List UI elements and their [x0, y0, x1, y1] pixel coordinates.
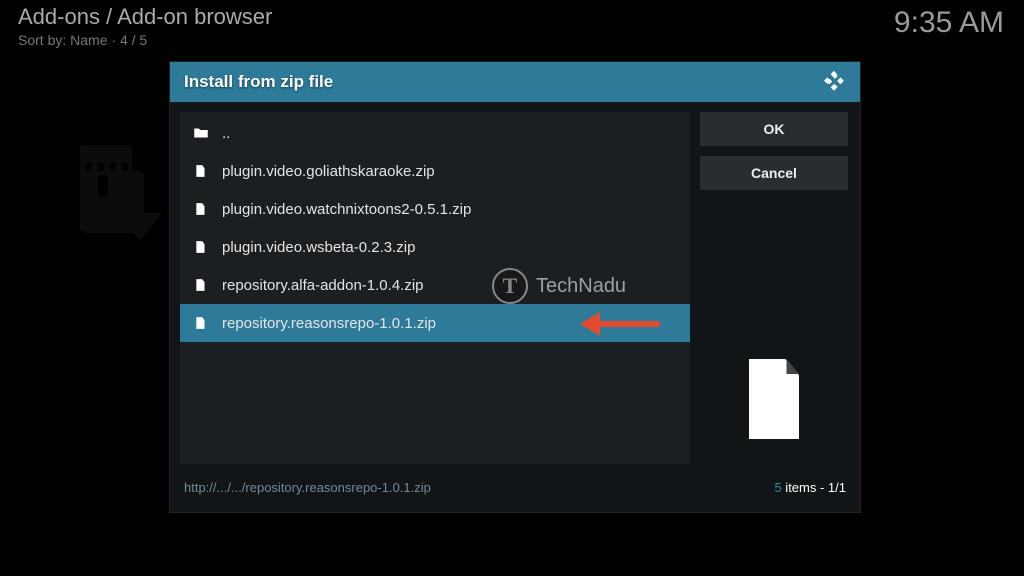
file-icon	[192, 162, 210, 180]
file-label: repository.reasonsrepo-1.0.1.zip	[222, 315, 678, 332]
file-icon	[192, 276, 210, 294]
ok-button[interactable]: OK	[700, 112, 848, 146]
clock: 9:35 AM	[894, 6, 1004, 40]
dialog-statusbar: http://.../.../repository.reasonsrepo-1.…	[170, 472, 860, 502]
sort-line: Sort by: Name · 4 / 5	[18, 32, 272, 48]
install-zip-dialog: Install from zip file .. plugin.video.gol…	[170, 62, 860, 512]
sort-label: Sort by:	[18, 32, 66, 48]
zip-background-icon	[80, 145, 144, 233]
kodi-logo-icon	[824, 71, 846, 93]
cancel-button[interactable]: Cancel	[700, 156, 848, 190]
dialog-titlebar: Install from zip file	[170, 62, 860, 102]
items-suffix: items -	[782, 480, 828, 495]
file-row[interactable]: plugin.video.goliathskaraoke.zip	[180, 152, 690, 190]
folder-up-icon	[192, 124, 210, 142]
file-label: plugin.video.goliathskaraoke.zip	[222, 163, 678, 180]
file-label: plugin.video.watchnixtoons2-0.5.1.zip	[222, 201, 678, 218]
file-icon	[192, 238, 210, 256]
file-icon	[192, 200, 210, 218]
dot: ·	[111, 32, 120, 48]
items-page: 1/1	[828, 480, 846, 495]
header-position: 4 / 5	[120, 32, 147, 48]
dialog-side-panel: OK Cancel	[700, 102, 860, 472]
file-row[interactable]: repository.alfa-addon-1.0.4.zip	[180, 266, 690, 304]
page-header: Add-ons / Add-on browser Sort by: Name ·…	[18, 4, 272, 48]
file-preview	[700, 342, 848, 462]
file-label: ..	[222, 125, 678, 142]
file-list[interactable]: .. plugin.video.goliathskaraoke.zip plugin…	[180, 112, 690, 464]
file-label: plugin.video.wsbeta-0.2.3.zip	[222, 239, 678, 256]
status-count: 5 items - 1/1	[774, 480, 846, 495]
file-row-selected[interactable]: repository.reasonsrepo-1.0.1.zip	[180, 304, 690, 342]
sort-value: Name	[70, 32, 107, 48]
status-path: http://.../.../repository.reasonsrepo-1.…	[184, 480, 431, 495]
dialog-title: Install from zip file	[184, 72, 333, 92]
file-row[interactable]: plugin.video.wsbeta-0.2.3.zip	[180, 228, 690, 266]
items-number: 5	[774, 480, 781, 495]
file-row[interactable]: ..	[180, 114, 690, 152]
file-row[interactable]: plugin.video.watchnixtoons2-0.5.1.zip	[180, 190, 690, 228]
breadcrumb: Add-ons / Add-on browser	[18, 4, 272, 30]
file-label: repository.alfa-addon-1.0.4.zip	[222, 277, 678, 294]
file-icon	[192, 314, 210, 332]
